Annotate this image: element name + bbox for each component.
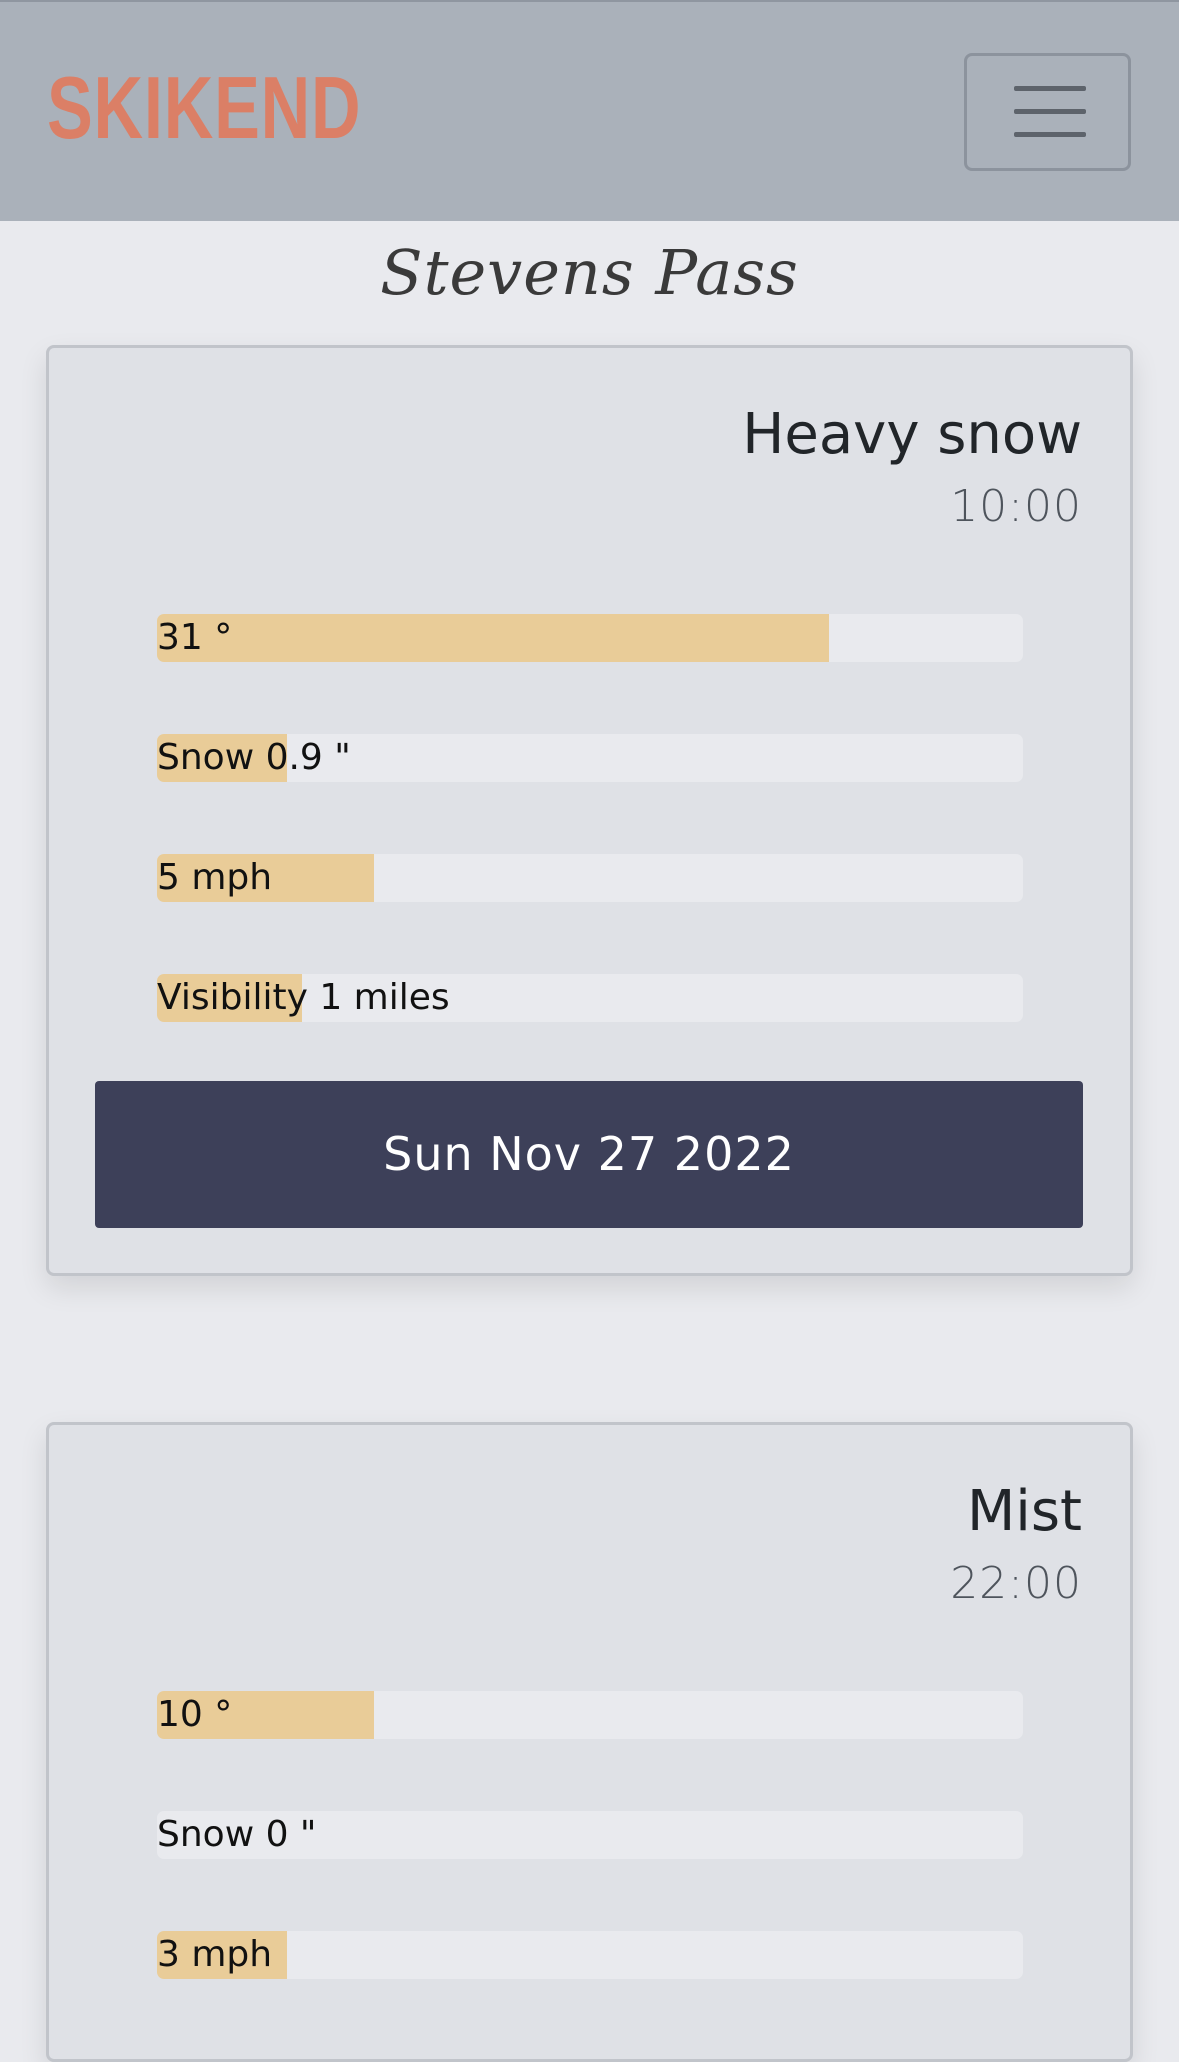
brand-logo[interactable]: SKIKEND bbox=[47, 60, 361, 156]
wind-label: 5 mph bbox=[157, 857, 273, 898]
wind-meter: 5 mph bbox=[157, 854, 1023, 902]
hamburger-menu-icon bbox=[1014, 86, 1086, 91]
hamburger-menu-icon-line bbox=[1014, 109, 1086, 114]
visibility-label: Visibility 1 miles bbox=[157, 977, 450, 1018]
forecast-card: Mist 22:00 10 ° Snow 0 " 3 mph bbox=[46, 1422, 1133, 2062]
snow-label: Snow 0 " bbox=[157, 1814, 317, 1855]
snow-label: Snow 0.9 " bbox=[157, 737, 351, 778]
forecast-condition: Mist bbox=[966, 1479, 1082, 1544]
visibility-meter: Visibility 1 miles bbox=[157, 974, 1023, 1022]
temperature-meter: 31 ° bbox=[157, 614, 1023, 662]
wind-label: 3 mph bbox=[157, 1934, 273, 1975]
page-title: Stevens Pass bbox=[380, 236, 799, 309]
temperature-meter: 10 ° bbox=[157, 1691, 1023, 1739]
menu-toggle-button[interactable] bbox=[964, 53, 1131, 171]
snow-meter: Snow 0.9 " bbox=[157, 734, 1023, 782]
wind-meter: 3 mph bbox=[157, 1931, 1023, 1979]
forecast-time: 10:00 bbox=[950, 481, 1082, 532]
forecast-date-button[interactable]: Sun Nov 27 2022 bbox=[95, 1081, 1083, 1228]
forecast-card: Heavy snow 10:00 31 ° Snow 0.9 " 5 mph V… bbox=[46, 345, 1133, 1276]
snow-meter: Snow 0 " bbox=[157, 1811, 1023, 1859]
temperature-label: 10 ° bbox=[157, 1694, 233, 1735]
hamburger-menu-icon-line bbox=[1014, 132, 1086, 137]
temperature-label: 31 ° bbox=[157, 617, 233, 658]
forecast-condition: Heavy snow bbox=[742, 402, 1082, 467]
navbar: SKIKEND bbox=[0, 0, 1179, 221]
forecast-time: 22:00 bbox=[950, 1558, 1082, 1609]
temperature-meter-fill bbox=[157, 614, 830, 662]
